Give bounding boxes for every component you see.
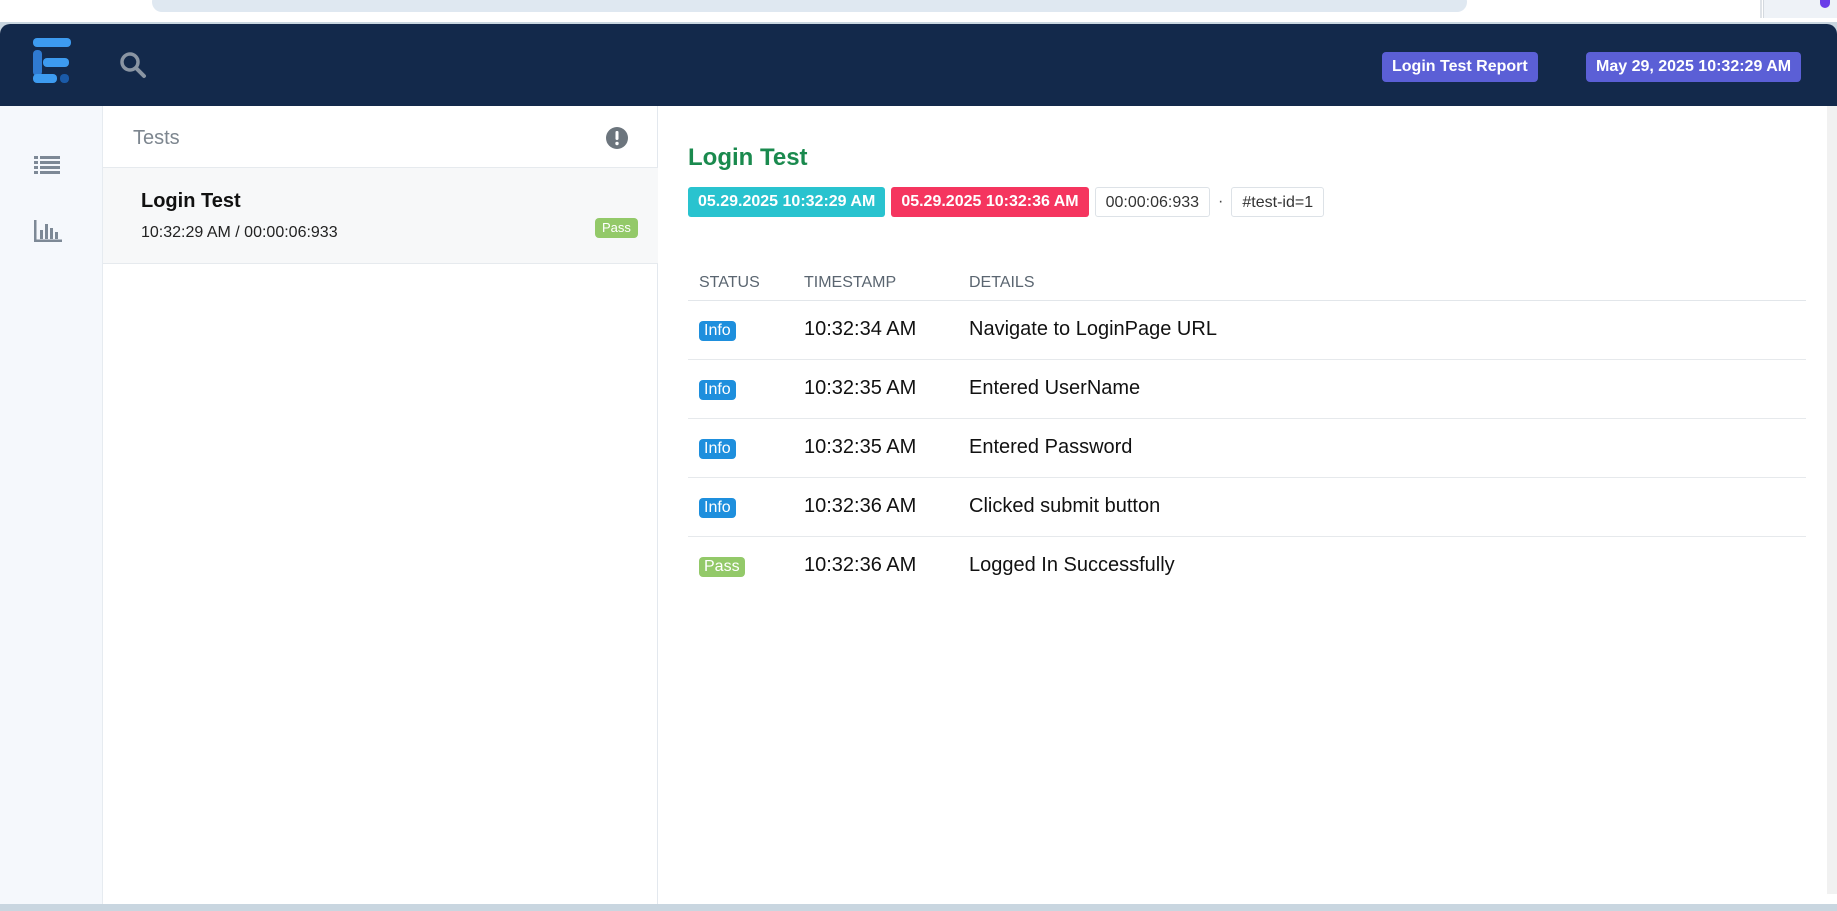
log-timestamp: 10:32:35 AM (793, 418, 958, 478)
log-status-badge: Info (699, 439, 736, 459)
column-header-status: STATUS (688, 266, 793, 301)
log-row: Info 10:32:35 AM Entered Password (688, 418, 1806, 478)
log-row: Info 10:32:35 AM Entered UserName (688, 359, 1806, 419)
list-icon (34, 156, 60, 174)
log-table-header-row: STATUS TIMESTAMP DETAILS (688, 266, 1806, 301)
vertical-scrollbar[interactable] (1827, 106, 1837, 894)
top-navbar: Login Test Report May 29, 2025 10:32:29 … (0, 24, 1837, 106)
log-status-badge: Info (699, 380, 736, 400)
search-icon[interactable] (118, 50, 148, 80)
start-time-badge: 05.29.2025 10:32:29 AM (688, 187, 886, 217)
test-detail-title: Login Test (688, 144, 808, 171)
report-date-badge: May 29, 2025 10:32:29 AM (1586, 52, 1802, 82)
end-time-badge: 05.29.2025 10:32:36 AM (891, 187, 1089, 217)
log-timestamp: 10:32:36 AM (793, 477, 958, 537)
log-details: Navigate to LoginPage URL (958, 300, 1806, 360)
log-timestamp: 10:32:35 AM (793, 359, 958, 419)
icon-sidebar (0, 106, 103, 904)
log-details: Logged In Successfully (969, 554, 1175, 577)
test-item-name: Login Test (141, 190, 241, 212)
log-timestamp: 10:32:36 AM (804, 554, 917, 577)
log-details: Clicked submit button (958, 477, 1806, 537)
toolbar-divider (1760, 0, 1762, 18)
exclamation-circle-icon[interactable] (605, 126, 629, 150)
extent-logo-icon[interactable] (33, 38, 73, 88)
bar-chart-icon (34, 220, 62, 242)
tests-panel-title: Tests (133, 127, 180, 149)
test-meta-chips: 05.29.2025 10:32:29 AM 05.29.2025 10:32:… (688, 187, 1325, 217)
log-timestamp: 10:32:34 AM (793, 300, 958, 360)
column-header-timestamp: TIMESTAMP (793, 266, 958, 301)
log-table: STATUS TIMESTAMP DETAILS Info 10:32:34 A… (688, 266, 1806, 595)
log-details: Entered UserName (958, 359, 1806, 419)
log-status-badge: Info (699, 321, 736, 341)
meta-separator: · (1218, 193, 1224, 210)
tests-panel: Tests Login Test 10:32:29 AM / 00:00:06:… (103, 106, 658, 904)
test-item-time: 10:32:29 AM / 00:00:06:933 (141, 224, 338, 241)
report-app: Login Test Report May 29, 2025 10:32:29 … (0, 24, 1837, 904)
test-id-badge: #test-id=1 (1231, 187, 1325, 217)
sidebar-item-tests[interactable] (30, 150, 66, 180)
browser-chrome (0, 0, 1837, 22)
tests-panel-header: Tests (103, 106, 658, 168)
duration-badge: 00:00:06:933 (1094, 187, 1211, 217)
log-status-badge: Info (699, 498, 736, 518)
test-detail-panel: Login Test 05.29.2025 10:32:29 AM 05.29.… (658, 106, 1827, 894)
column-header-details: DETAILS (958, 266, 1806, 301)
log-row: Info 10:32:34 AM Navigate to LoginPage U… (688, 300, 1806, 360)
address-bar[interactable] (152, 0, 1467, 12)
log-status-badge: Pass (699, 557, 745, 578)
log-row: Info 10:32:36 AM Clicked submit button (688, 477, 1806, 537)
test-list-item[interactable]: Login Test 10:32:29 AM / 00:00:06:933 Pa… (103, 168, 658, 264)
test-status-badge: Pass (595, 218, 638, 238)
log-row: Pass 10:32:36 AM Logged In Successfully (688, 536, 1806, 595)
log-details: Entered Password (958, 418, 1806, 478)
report-name-badge: Login Test Report (1382, 52, 1538, 82)
sidebar-item-dashboard[interactable] (30, 216, 66, 246)
